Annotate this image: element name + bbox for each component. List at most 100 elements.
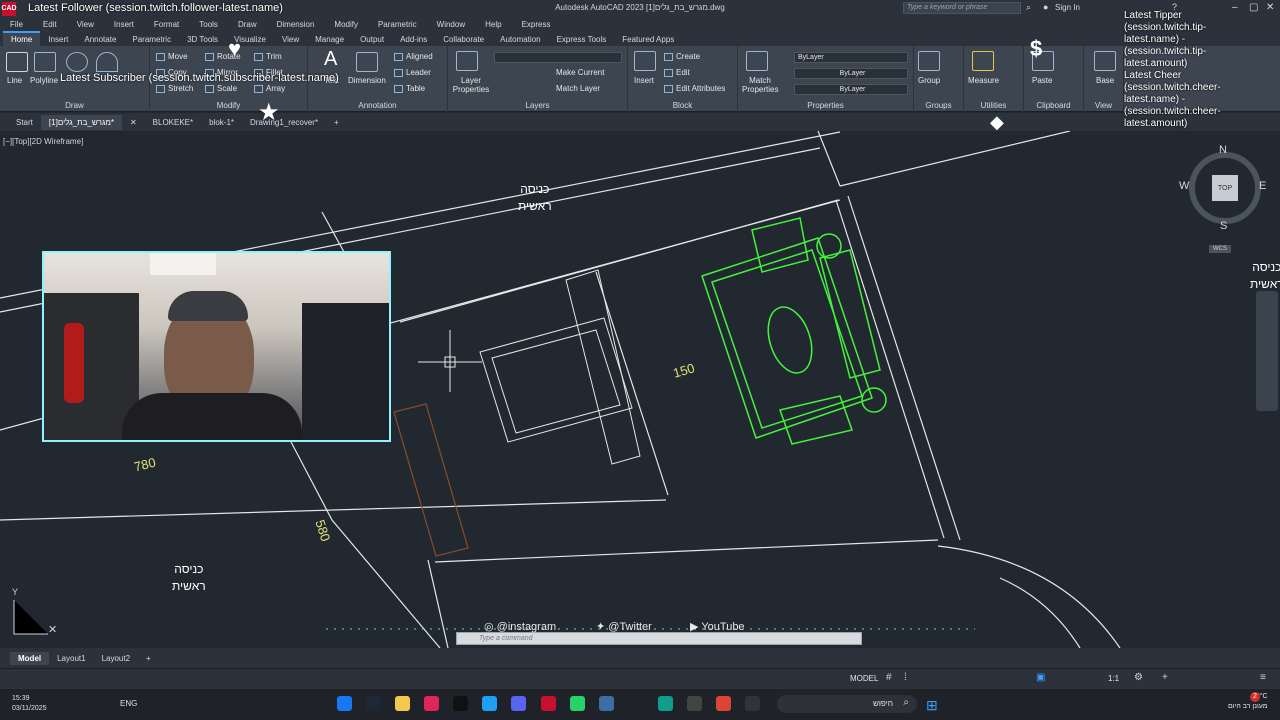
insert-block-icon[interactable] [634, 51, 656, 71]
snap-icon[interactable]: ⁞ [904, 672, 907, 683]
match-properties-button[interactable]: Match Properties [742, 76, 778, 94]
viewport-controls-label[interactable]: [−][Top][2D Wireframe] [3, 137, 83, 146]
search-icon[interactable]: ⌕ [1026, 2, 1031, 13]
dimension-icon[interactable] [356, 52, 378, 72]
tab-collaborate[interactable]: Collaborate [435, 33, 492, 46]
plus-icon[interactable]: + [1162, 672, 1168, 683]
clock[interactable]: 15:39 03/11/2025 [12, 694, 47, 714]
aligned-button[interactable]: Aligned [394, 52, 433, 61]
base-view-icon[interactable] [1094, 51, 1116, 71]
weather-widget[interactable]: 28°C מעונן רב היום [1228, 692, 1268, 712]
doc-tab-blok-1[interactable]: blok-1* [201, 115, 242, 130]
chrome-icon[interactable] [716, 696, 731, 711]
make-current-button[interactable]: Make Current [556, 68, 604, 77]
layer-properties-icon[interactable] [456, 51, 478, 71]
menu-tools[interactable]: Tools [199, 20, 218, 29]
properties-panel-title[interactable]: Properties [738, 101, 913, 110]
close-button[interactable]: ✕ [1266, 2, 1274, 13]
match-layer-button[interactable]: Match Layer [556, 84, 600, 93]
base-view-button[interactable]: Base [1096, 76, 1114, 85]
text-icon[interactable]: A [324, 48, 337, 71]
menu-file[interactable]: File [10, 20, 23, 29]
polyline-icon[interactable] [34, 52, 56, 72]
menu-format[interactable]: Format [154, 20, 179, 29]
new-tab-plus-icon[interactable]: + [326, 115, 347, 130]
insert-block-button[interactable]: Insert [634, 76, 654, 85]
color-dropdown[interactable]: ByLayer [794, 52, 908, 63]
doc-tab-main-drawing[interactable]: מגרש_בת_גלים[1]* [40, 114, 122, 130]
user-icon[interactable]: ● [1043, 2, 1048, 12]
tab-annotate[interactable]: Annotate [76, 33, 124, 46]
tab-express-tools[interactable]: Express Tools [549, 33, 615, 46]
tab-parametric[interactable]: Parametric [124, 33, 179, 46]
tab-3d-tools[interactable]: 3D Tools [179, 33, 226, 46]
menu-draw[interactable]: Draw [238, 20, 257, 29]
calculator-icon[interactable] [599, 696, 614, 711]
layers-panel-title[interactable]: Layers [448, 101, 627, 110]
measure-button[interactable]: Measure [968, 76, 999, 85]
add-layout-plus-icon[interactable]: + [138, 652, 159, 665]
viewcube-top-face[interactable]: TOP [1212, 175, 1238, 201]
tab-home[interactable]: Home [3, 31, 41, 46]
circle-icon[interactable] [66, 52, 88, 72]
steam-icon[interactable] [366, 696, 381, 711]
facebook-icon[interactable] [337, 696, 352, 711]
match-properties-icon[interactable] [746, 51, 768, 71]
menu-view[interactable]: View [77, 20, 94, 29]
selection-cycling-icon[interactable]: ▣ [1036, 672, 1045, 683]
array-button[interactable]: Array [254, 84, 285, 93]
tab-manage[interactable]: Manage [307, 33, 352, 46]
table-button[interactable]: Table [394, 84, 425, 93]
taskbar-search-box[interactable]: חיפוש ⌕ [777, 695, 917, 713]
model-space-toggle[interactable]: MODEL [850, 674, 878, 683]
utilities-panel-title[interactable]: Utilities [964, 101, 1023, 110]
workspace-gear-icon[interactable]: ⚙ [1134, 672, 1143, 683]
linetype-dropdown[interactable]: ByLayer [794, 68, 908, 79]
line-button[interactable]: Line [7, 76, 22, 85]
browser-icon[interactable] [482, 696, 497, 711]
menu-window[interactable]: Window [437, 20, 465, 29]
tab-insert[interactable]: Insert [40, 33, 76, 46]
edit-attributes-button[interactable]: Edit Attributes [664, 84, 725, 93]
block-panel-title[interactable]: Block [628, 101, 737, 110]
doc-tab-blokeke[interactable]: BLOKEKE* [145, 115, 201, 130]
language-indicator[interactable]: ENG [120, 699, 137, 708]
close-tab-icon[interactable]: ✕ [122, 115, 145, 130]
menu-help[interactable]: Help [485, 20, 501, 29]
wcs-menu[interactable]: WCS [1209, 245, 1231, 253]
paste-button[interactable]: Paste [1032, 76, 1052, 85]
viewcube-south[interactable]: S [1220, 220, 1227, 232]
trim-button[interactable]: Trim [254, 52, 282, 61]
tab-output[interactable]: Output [352, 33, 392, 46]
viewcube[interactable]: TOP N S E W WCS [1179, 144, 1266, 253]
tab-featured-apps[interactable]: Featured Apps [614, 33, 682, 46]
dimension-button[interactable]: Dimension [348, 76, 386, 85]
clipboard-panel-title[interactable]: Clipboard [1024, 101, 1083, 110]
menu-dimension[interactable]: Dimension [277, 20, 315, 29]
customization-menu-icon[interactable]: ≡ [1260, 672, 1266, 683]
tab-layout2[interactable]: Layout2 [94, 652, 138, 665]
lineweight-dropdown[interactable]: ByLayer [794, 84, 908, 95]
menu-edit[interactable]: Edit [43, 20, 57, 29]
group-button[interactable]: Group [918, 76, 940, 85]
tab-model[interactable]: Model [10, 651, 50, 665]
notification-badge[interactable]: 2 [1250, 692, 1260, 702]
viewcube-west[interactable]: W [1179, 180, 1189, 192]
command-line-input[interactable]: Type a command [456, 632, 862, 645]
windows-start-icon[interactable]: ⊞ [926, 697, 938, 714]
tab-automation[interactable]: Automation [492, 33, 548, 46]
doc-tab-start[interactable]: Start [8, 115, 41, 130]
maximize-button[interactable]: ▢ [1249, 2, 1258, 13]
layer-properties-button[interactable]: Layer Properties [451, 76, 491, 94]
line-icon[interactable] [6, 52, 28, 72]
annotation-scale[interactable]: 1:1 [1108, 674, 1119, 683]
edge-icon[interactable] [658, 696, 673, 711]
viewcube-east[interactable]: E [1259, 180, 1266, 192]
app-icon[interactable] [424, 696, 439, 711]
autocad-taskbar-icon[interactable] [541, 696, 556, 711]
view-panel-title[interactable]: View [1084, 101, 1123, 110]
whatsapp-icon[interactable] [570, 696, 585, 711]
tab-layout1[interactable]: Layout1 [49, 652, 93, 665]
edit-block-button[interactable]: Edit [664, 68, 690, 77]
tiktok-icon[interactable] [453, 696, 468, 711]
